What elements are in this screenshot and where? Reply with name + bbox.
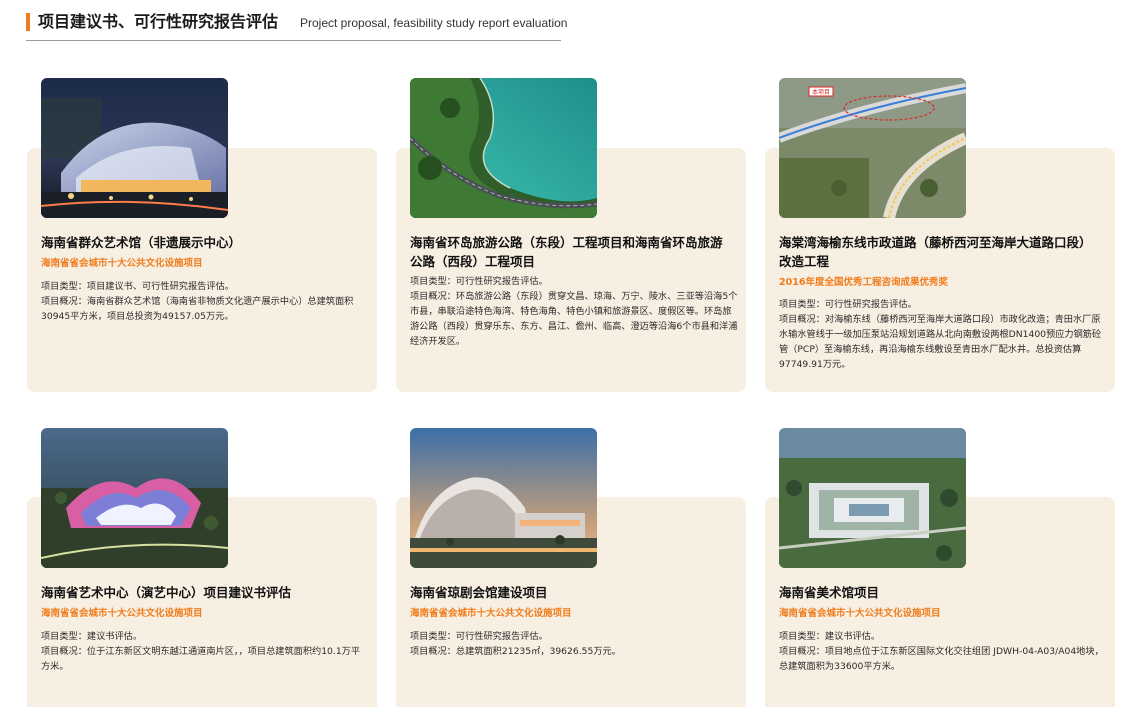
project-type: 项目类型：项目建议书、可行性研究报告评估。 — [41, 281, 234, 292]
card-tag: 海南省省会城市十大公共文化设施项目 — [779, 608, 941, 619]
card-tag: 海南省省会城市十大公共文化设施项目 — [41, 258, 203, 269]
card-description: 项目类型：可行性研究报告评估。 项目概况：总建筑面积21235㎡，39626.5… — [410, 629, 738, 659]
project-overview: 项目概况：对海榆东线（藤桥西河至海岸大道路口段）市政化改造；青田水厂原水输水管线… — [779, 314, 1102, 370]
card-description: 项目类型：项目建议书、可行性研究报告评估。 项目概况：海南省群众艺术馆（海南省非… — [41, 279, 369, 324]
project-type: 项目类型：建议书评估。 — [41, 631, 143, 642]
art-museum-photo — [779, 428, 966, 568]
card-title: 海南省艺术中心（演艺中心）项目建议书评估 — [41, 585, 292, 600]
project-type: 项目类型：可行性研究报告评估。 — [779, 299, 917, 310]
aerial-interchange-photo: 本项目 — [779, 78, 966, 218]
project-overview: 项目概况：项目地点位于江东新区国际文化交往组团 JDWH-04-A03/A04地… — [779, 646, 1104, 672]
project-overview: 项目概况：总建筑面积21235㎡，39626.55万元。 — [410, 646, 621, 657]
project-overview: 项目概况：环岛旅游公路（东段）贯穿文昌、琼海、万宁、陵水、三亚等沿海5个市县，串… — [410, 291, 738, 347]
project-type: 项目类型：建议书评估。 — [779, 631, 881, 642]
card-tag: 海南省省会城市十大公共文化设施项目 — [41, 608, 203, 619]
card-tag: 海南省省会城市十大公共文化设施项目 — [410, 608, 572, 619]
section-subtitle: Project proposal, feasibility study repo… — [300, 16, 568, 30]
card-title: 海棠湾海榆东线市政道路（藤桥西河至海岸大道路口段）改造工程 — [779, 235, 1092, 269]
opera-house-photo — [410, 428, 597, 568]
project-overview: 项目概况：海南省群众艺术馆（海南省非物质文化遗产展示中心）总建筑面积30945平… — [41, 296, 354, 322]
card-title: 海南省环岛旅游公路（东段）工程项目和海南省环岛旅游公路（西段）工程项目 — [410, 235, 723, 269]
map-label: 本项目 — [812, 88, 830, 96]
project-type: 项目类型：可行性研究报告评估。 — [410, 631, 548, 642]
art-center-photo — [41, 428, 228, 568]
card-description: 项目类型：建议书评估。 项目概况：位于江东新区文明东越江通道南片区，，项目总建筑… — [41, 629, 369, 674]
project-overview: 项目概况：位于江东新区文明东越江通道南片区，，项目总建筑面积约10.1万平方米。 — [41, 646, 361, 672]
project-type: 项目类型：可行性研究报告评估。 — [410, 276, 548, 287]
card-award-tag: 2016年度全国优秀工程咨询成果优秀奖 — [779, 277, 948, 288]
card-description: 项目类型：可行性研究报告评估。 项目概况：环岛旅游公路（东段）贯穿文昌、琼海、万… — [410, 274, 738, 349]
card-description: 项目类型：可行性研究报告评估。 项目概况：对海榆东线（藤桥西河至海岸大道路口段）… — [779, 297, 1107, 372]
night-building-photo — [41, 78, 228, 218]
section-header: 项目建议书、可行性研究报告评估 Project proposal, feasib… — [26, 11, 567, 41]
section-title: 项目建议书、可行性研究报告评估 — [38, 12, 279, 31]
coastal-road-photo — [410, 78, 597, 218]
card-title: 海南省美术馆项目 — [779, 585, 880, 600]
card-title: 海南省琼剧会馆建设项目 — [410, 585, 548, 600]
header-accent-bar — [26, 13, 30, 31]
card-description: 项目类型：建议书评估。 项目概况：项目地点位于江东新区国际文化交往组团 JDWH… — [779, 629, 1107, 674]
card-title: 海南省群众艺术馆（非遗展示中心） — [41, 235, 242, 250]
